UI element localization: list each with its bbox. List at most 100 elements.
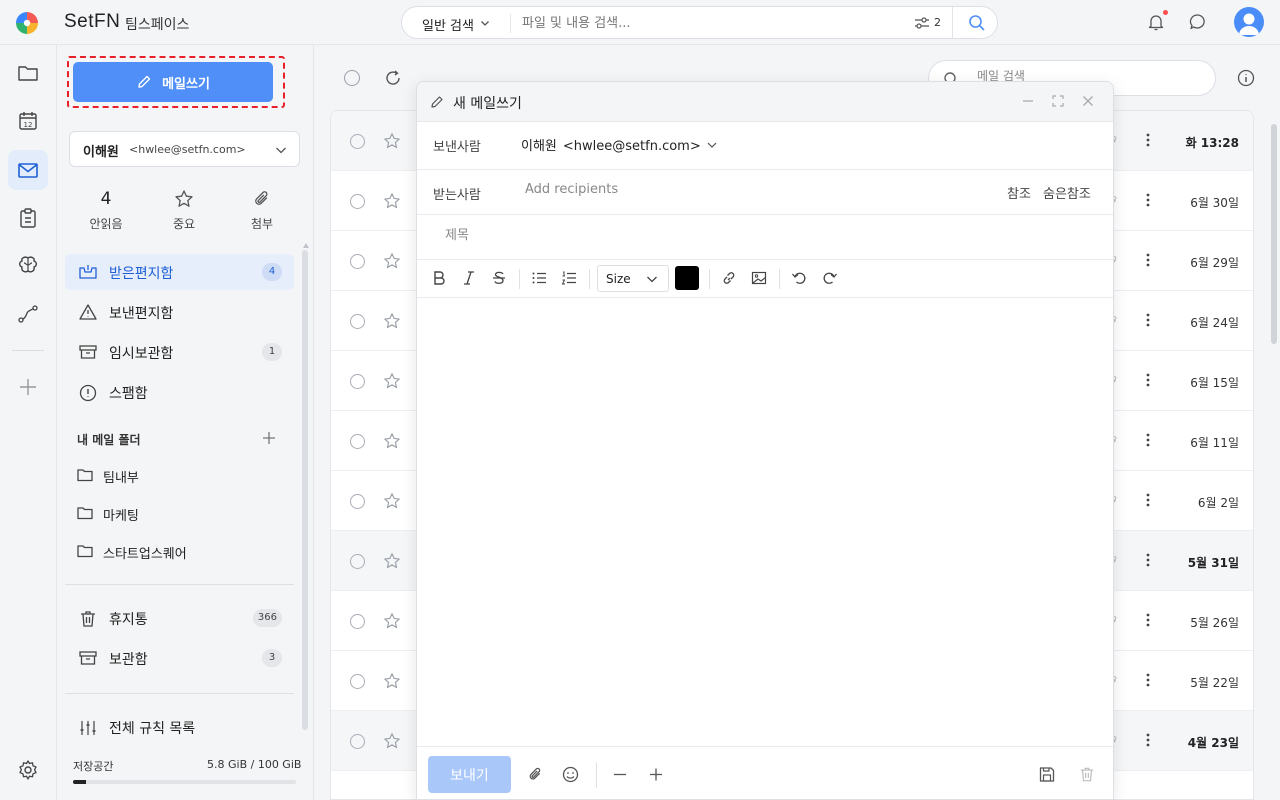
info-icon[interactable] [1237, 69, 1255, 87]
row-checkbox[interactable] [350, 674, 365, 689]
mailbox-spam[interactable]: 스팸함 [65, 374, 294, 410]
text-color-picker[interactable] [675, 266, 699, 290]
chevron-down-icon[interactable] [707, 141, 717, 149]
account-selector[interactable]: 이해원 <hwlee@setfn.com> [69, 131, 300, 167]
rail-calendar[interactable]: 12 [8, 101, 48, 141]
star-icon[interactable] [383, 552, 401, 570]
filter-sliders-icon[interactable] [914, 16, 930, 30]
search-type-select[interactable]: 일반 검색 [422, 15, 474, 34]
more-vertical-icon[interactable] [1146, 613, 1150, 627]
compose-button[interactable]: 메일쓰기 [73, 62, 273, 102]
bcc-button[interactable]: 숨은참조 [1043, 183, 1091, 202]
mailbox-sent[interactable]: 보낸편지함 [65, 294, 294, 330]
mailbox-trash[interactable]: 휴지통 366 [65, 600, 294, 636]
row-checkbox[interactable] [350, 614, 365, 629]
star-icon[interactable] [383, 732, 401, 750]
workspace-name[interactable]: 팀스페이스 [125, 14, 189, 34]
bell-icon[interactable] [1146, 12, 1166, 32]
row-checkbox[interactable] [350, 194, 365, 209]
rail-files[interactable] [8, 53, 48, 93]
plus-icon[interactable] [649, 766, 663, 783]
global-search-input[interactable] [522, 12, 902, 34]
row-checkbox[interactable] [350, 734, 365, 749]
mailbox-drafts[interactable]: 임시보관함 1 [65, 334, 294, 370]
more-vertical-icon[interactable] [1146, 133, 1150, 147]
row-checkbox[interactable] [350, 374, 365, 389]
rail-settings[interactable] [8, 750, 48, 790]
mail-list-scrollbar[interactable] [1268, 110, 1280, 750]
minimize-icon[interactable] [1021, 94, 1035, 108]
italic-icon[interactable] [461, 269, 477, 287]
row-checkbox[interactable] [350, 554, 365, 569]
mailbox-archive[interactable]: 보관함 3 [65, 640, 294, 676]
numbered-list-icon[interactable] [561, 269, 577, 287]
sidebar-scrollbar[interactable] [302, 250, 308, 730]
bullet-list-icon[interactable] [531, 269, 547, 287]
chat-bubble-icon[interactable] [1188, 12, 1208, 32]
recipients-input[interactable] [525, 182, 975, 197]
from-selector[interactable]: 이해원 <hwlee@setfn.com> [521, 135, 701, 154]
rail-add[interactable] [8, 367, 48, 407]
close-icon[interactable] [1081, 94, 1095, 108]
expand-icon[interactable] [1051, 94, 1065, 108]
subject-input[interactable] [445, 228, 1085, 243]
mail-rules-link[interactable]: 전체 규칙 목록 [65, 709, 294, 745]
font-size-select[interactable]: Size [597, 265, 669, 292]
chevron-down-icon[interactable] [480, 18, 490, 28]
undo-icon[interactable] [791, 269, 807, 287]
more-vertical-icon[interactable] [1146, 193, 1150, 207]
setfn-logo-icon[interactable] [15, 11, 39, 35]
row-checkbox[interactable] [350, 134, 365, 149]
more-vertical-icon[interactable] [1146, 313, 1150, 327]
bold-icon[interactable] [431, 269, 447, 287]
message-body-editor[interactable] [417, 298, 1113, 746]
more-vertical-icon[interactable] [1146, 373, 1150, 387]
row-checkbox[interactable] [350, 434, 365, 449]
search-icon[interactable] [968, 14, 986, 32]
more-vertical-icon[interactable] [1146, 493, 1150, 507]
select-all-checkbox[interactable] [344, 70, 360, 86]
more-vertical-icon[interactable] [1146, 733, 1150, 747]
more-vertical-icon[interactable] [1146, 673, 1150, 687]
more-vertical-icon[interactable] [1146, 553, 1150, 567]
minus-icon[interactable] [613, 766, 627, 783]
star-icon[interactable] [383, 252, 401, 270]
discard-trash-icon[interactable] [1079, 766, 1095, 783]
star-icon[interactable] [383, 132, 401, 150]
cc-button[interactable]: 참조 [1007, 183, 1031, 202]
star-icon[interactable] [383, 492, 401, 510]
image-icon[interactable] [751, 269, 767, 287]
paperclip-icon[interactable] [527, 766, 544, 783]
star-icon[interactable] [383, 432, 401, 450]
stat-unread[interactable]: 4 안읽음 [76, 188, 136, 232]
star-icon[interactable] [383, 192, 401, 210]
redo-icon[interactable] [822, 269, 838, 287]
stat-attachments[interactable]: 첨부 [232, 188, 292, 232]
star-icon[interactable] [383, 372, 401, 390]
star-icon[interactable] [383, 672, 401, 690]
rail-workflow[interactable] [8, 294, 48, 334]
row-checkbox[interactable] [350, 314, 365, 329]
link-icon[interactable] [721, 269, 737, 287]
user-avatar[interactable] [1234, 7, 1264, 37]
scroll-up-icon[interactable] [303, 243, 309, 248]
refresh-icon[interactable] [384, 69, 402, 87]
mailbox-inbox[interactable]: 받은편지함 4 [65, 254, 294, 290]
more-vertical-icon[interactable] [1146, 253, 1150, 267]
rail-tasks[interactable] [8, 198, 48, 238]
row-checkbox[interactable] [350, 254, 365, 269]
save-draft-icon[interactable] [1039, 766, 1055, 783]
star-icon[interactable] [383, 312, 401, 330]
emoji-icon[interactable] [562, 766, 579, 783]
stat-important[interactable]: 중요 [154, 188, 214, 232]
unread-badge: 4 [262, 263, 282, 281]
row-checkbox[interactable] [350, 494, 365, 509]
rail-ai[interactable] [8, 245, 48, 285]
rail-mail[interactable] [8, 150, 48, 190]
add-folder-icon[interactable] [262, 431, 276, 445]
send-button[interactable]: 보내기 [428, 756, 511, 793]
star-icon[interactable] [383, 612, 401, 630]
strikethrough-icon[interactable] [491, 269, 507, 287]
scrollbar-thumb[interactable] [1271, 124, 1277, 344]
more-vertical-icon[interactable] [1146, 433, 1150, 447]
